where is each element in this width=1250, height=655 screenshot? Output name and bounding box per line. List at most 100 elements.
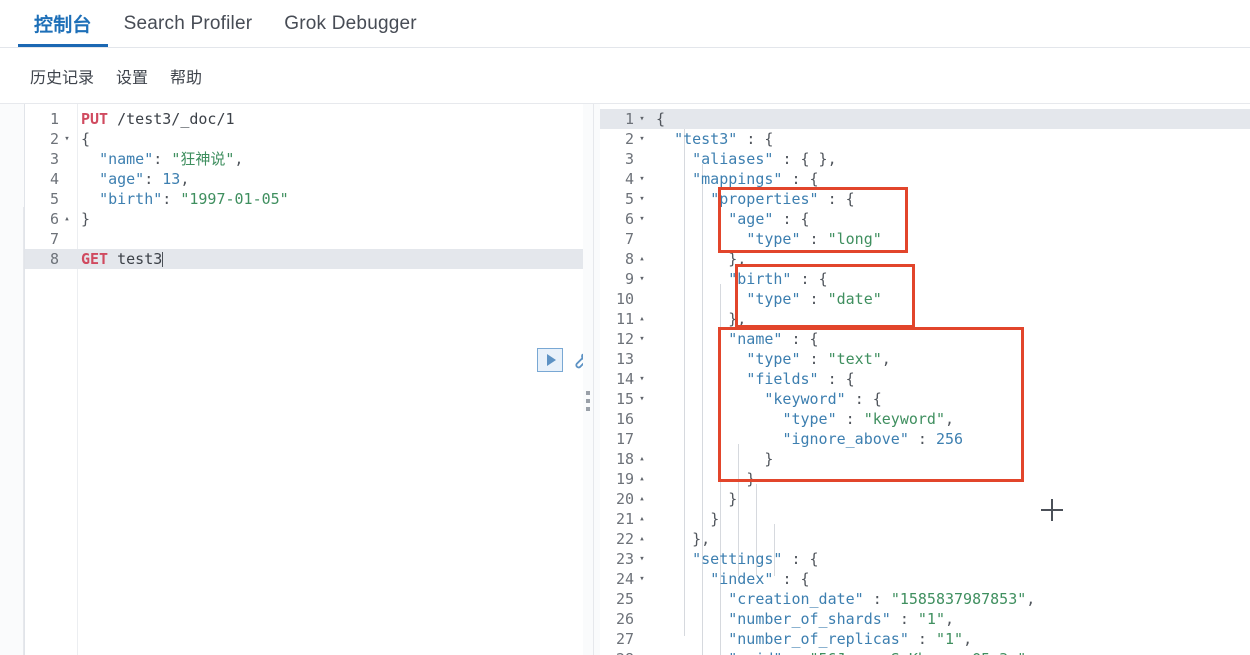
code-line[interactable]: 2 ▾ "test3" : { [600,129,1250,149]
fold-open-icon[interactable]: ▾ [634,389,650,409]
fold-open-icon[interactable]: ▾ [634,129,650,149]
tab-grok-debugger[interactable]: Grok Debugger [268,0,433,47]
line-number: 19 [615,470,634,488]
line-number: 14 [615,370,634,388]
send-request-button[interactable] [537,348,563,372]
line-number: 8 [49,250,59,268]
fold-close-icon[interactable]: ▴ [634,449,650,469]
tab-console[interactable]: 控制台 [18,0,108,47]
fold-close-icon[interactable]: ▴ [634,529,650,549]
menu-help-label: 帮助 [170,69,203,87]
code-line[interactable]: 23 ▾ "settings" : { [600,549,1250,569]
fold-open-icon[interactable]: ▾ [634,209,650,229]
fold-open-icon[interactable]: ▾ [634,369,650,389]
code-line[interactable]: 9 ▾ "birth" : { [600,269,1250,289]
line-number: 15 [615,390,634,408]
code-line[interactable]: 5 ▾ "properties" : { [600,189,1250,209]
code-line[interactable]: 22 ▴ }, [600,529,1250,549]
code-line[interactable]: 3 "name": "狂神说", [25,149,583,169]
fold-open-icon[interactable]: ▾ [634,569,650,589]
code-line[interactable]: 8 GET test3 [25,249,583,269]
code-line[interactable]: 24 ▾ "index" : { [600,569,1250,589]
console-app: 控制台 Search Profiler Grok Debugger 历史记录 设… [0,0,1250,655]
code-line[interactable]: 10 "type" : "date" [600,289,1250,309]
code-line-text: "number_of_shards" : "1", [728,610,955,628]
fold-open-icon[interactable]: ▾ [634,329,650,349]
code-line-text: "uuid" : "56JceemmSeKbnys_yO5n3g", [650,649,1250,655]
code-line[interactable]: 1 PUT /test3/_doc/1 [25,109,583,129]
fold-open-icon[interactable]: ▾ [634,269,650,289]
code-line[interactable]: 11 ▴ }, [600,309,1250,329]
fold-open-icon[interactable]: ▾ [634,109,650,129]
code-line[interactable]: 12 ▾ "name" : { [600,329,1250,349]
code-line[interactable]: 20 ▴ } [600,489,1250,509]
menu-history[interactable]: 历史记录 [30,64,94,88]
code-line[interactable]: 4 "age": 13, [25,169,583,189]
fold-open-icon[interactable]: ▾ [634,169,650,189]
request-code[interactable]: 1 PUT /test3/_doc/1 2 ▾{3 "name": "狂神说", 4 "… [25,109,583,269]
fold-open-icon[interactable]: ▾ [634,189,650,209]
wrench-icon[interactable] [569,349,583,371]
pane-splitter[interactable] [584,104,598,655]
fold-open-icon[interactable]: ▾ [59,129,75,149]
splitter-drag-handle[interactable] [586,391,591,415]
line-number: 4 [49,170,59,188]
code-line[interactable]: 8 ▴ }, [600,249,1250,269]
code-line-text: "mappings" : { [692,170,819,188]
code-line[interactable]: 6 ▴} [25,209,583,229]
fold-close-icon[interactable]: ▴ [634,309,650,329]
code-line[interactable]: 16 "type" : "keyword", [600,409,1250,429]
line-number: 20 [615,490,634,508]
code-line[interactable]: 3 "aliases" : { }, [600,149,1250,169]
code-line[interactable]: 6 ▾ "age" : { [600,209,1250,229]
response-code[interactable]: 1 ▾{2 ▾ "test3" : {3 "aliases" : { }, 4 ▾ "m… [600,109,1250,655]
code-line[interactable]: 27 "number_of_replicas" : "1", [600,629,1250,649]
code-line[interactable]: 25 "creation_date" : "1585837987853", [600,589,1250,609]
code-line[interactable]: 26 "number_of_shards" : "1", [600,609,1250,629]
fold-close-icon[interactable]: ▴ [59,209,75,229]
code-line[interactable]: 7 [25,229,583,249]
code-line[interactable]: 17 "ignore_above" : 256 [600,429,1250,449]
code-line[interactable]: 21 ▴ } [600,509,1250,529]
fold-close-icon[interactable]: ▴ [634,509,650,529]
code-line-text: "age" : { [728,210,810,228]
code-line[interactable]: 18 ▴ } [600,449,1250,469]
code-line[interactable]: 5 "birth": "1997-01-05" [25,189,583,209]
code-line[interactable]: 13 "type" : "text", [600,349,1250,369]
code-line[interactable]: 7 "type" : "long" [600,229,1250,249]
code-line[interactable]: 1 ▾ { [600,109,1250,129]
code-line[interactable]: 19 ▴ } [600,469,1250,489]
fold-close-icon[interactable]: ▴ [634,489,650,509]
line-number: 4 [624,170,634,188]
code-line[interactable]: 14 ▾ "fields" : { [600,369,1250,389]
console-editor-area: 1 PUT /test3/_doc/1 2 ▾{3 "name": "狂神说", 4 "… [0,103,1250,655]
tab-search-profiler[interactable]: Search Profiler [108,0,269,47]
code-line[interactable]: 4 ▾ "mappings" : { [600,169,1250,189]
code-line[interactable]: 28 "uuid" : "56JceemmSeKbnys_yO5n3g", [600,649,1250,655]
fold-close-icon[interactable]: ▴ [634,249,650,269]
code-line-text: } [728,490,738,508]
code-line-text: "age": 13, [99,170,190,188]
code-line-text: "type" : "keyword", [782,410,955,428]
code-line-text: "properties" : { [710,190,855,208]
request-editor-pane[interactable]: 1 PUT /test3/_doc/1 2 ▾{3 "name": "狂神说", 4 "… [24,104,583,655]
left-chrome-strip [0,207,24,655]
code-line-text: "birth": "1997-01-05" [99,190,289,208]
code-line-text: "name": "狂神说", [99,150,244,168]
code-line[interactable]: 2 ▾ { [25,129,583,149]
tab-grok-debugger-label: Grok Debugger [284,12,417,34]
fold-open-icon[interactable]: ▾ [634,549,650,569]
line-number: 3 [624,150,634,168]
code-line-text: { [656,110,666,128]
code-line[interactable]: 15 ▾ "keyword" : { [600,389,1250,409]
fold-close-icon[interactable]: ▴ [634,469,650,489]
menu-help[interactable]: 帮助 [170,64,202,88]
menu-settings[interactable]: 设置 [116,64,148,88]
response-editor-pane[interactable]: 1 ▾{2 ▾ "test3" : {3 "aliases" : { }, 4 ▾ "m… [600,104,1250,655]
